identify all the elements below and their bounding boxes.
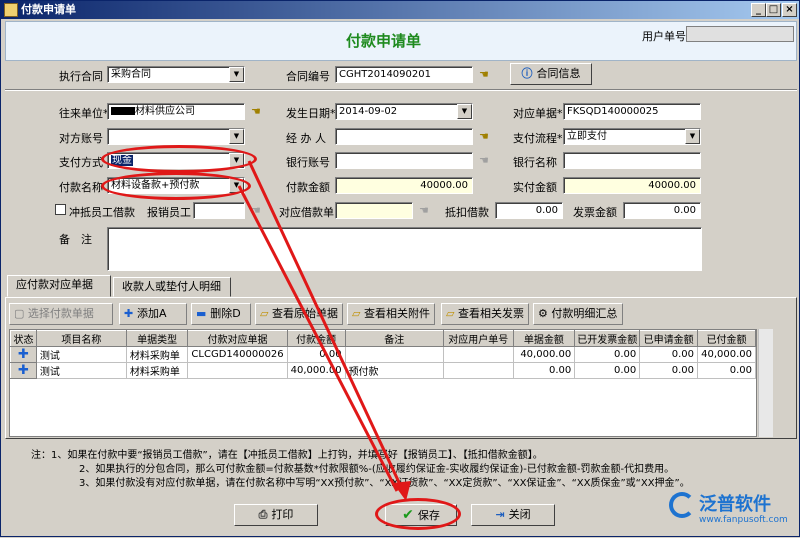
logo-name: 泛普软件 xyxy=(699,494,771,515)
logo-mark-icon xyxy=(669,492,695,518)
brand-logo: 泛普软件 www.fanpusoft.com xyxy=(669,490,797,530)
logo-url: www.fanpusoft.com xyxy=(699,515,788,525)
window: 付款申请单 _ □ × 付款申请单 用户单号 执行合同 采购合同 ▼ 合同编号 C… xyxy=(0,0,800,537)
tab-payable-docs[interactable]: 应付款对应单据 xyxy=(7,275,111,297)
annotation-arrows xyxy=(237,160,411,501)
